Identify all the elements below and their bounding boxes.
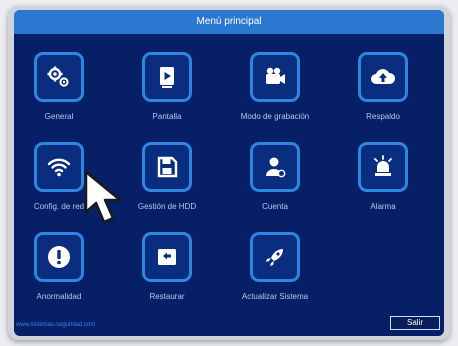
- alarm-light-icon: [358, 142, 408, 192]
- restore-icon: [142, 232, 192, 282]
- menu-item-label: Anormalidad: [36, 292, 82, 301]
- camera-icon: [250, 52, 300, 102]
- wifi-icon: [34, 142, 84, 192]
- footer-link[interactable]: www.sistemas-seguridad.com: [16, 322, 95, 328]
- menu-item-display[interactable]: Pantalla: [122, 52, 212, 146]
- menu-item-recording-mode[interactable]: Modo de grabación: [230, 52, 320, 146]
- gears-icon: [34, 52, 84, 102]
- menu-item-backup[interactable]: Respaldo: [338, 52, 428, 146]
- menu-item-label: General: [44, 112, 74, 121]
- rocket-icon: [250, 232, 300, 282]
- menu-item-abnormality[interactable]: Anormalidad: [14, 232, 104, 326]
- menu-item-label: Restaurar: [149, 292, 185, 301]
- user-icon: [250, 142, 300, 192]
- menu-item-alarm[interactable]: Alarma: [338, 142, 428, 236]
- cloud-upload-icon: [358, 52, 408, 102]
- floppy-disk-icon: [142, 142, 192, 192]
- menu-item-restore[interactable]: Restaurar: [122, 232, 212, 326]
- menu-item-label: Modo de grabación: [240, 112, 310, 121]
- menu-item-account[interactable]: Cuenta: [230, 142, 320, 236]
- menu-item-general[interactable]: General: [14, 52, 104, 146]
- menu-item-label: Alarma: [370, 202, 396, 211]
- pointer-cursor-icon: [82, 170, 136, 235]
- menu-item-label: Cuenta: [262, 202, 288, 211]
- menu-item-label: Actualizar Sistema: [241, 292, 309, 301]
- menu-item-update-system[interactable]: Actualizar Sistema: [230, 232, 320, 326]
- main-menu-panel: Menú principal General Pantalla Modo de …: [14, 10, 444, 336]
- menu-item-label: Pantalla: [152, 112, 182, 121]
- window-title: Menú principal: [14, 10, 444, 34]
- exclamation-icon: [34, 232, 84, 282]
- display-icon: [142, 52, 192, 102]
- menu-item-label: Respaldo: [366, 112, 400, 121]
- exit-button[interactable]: Salir: [390, 316, 440, 330]
